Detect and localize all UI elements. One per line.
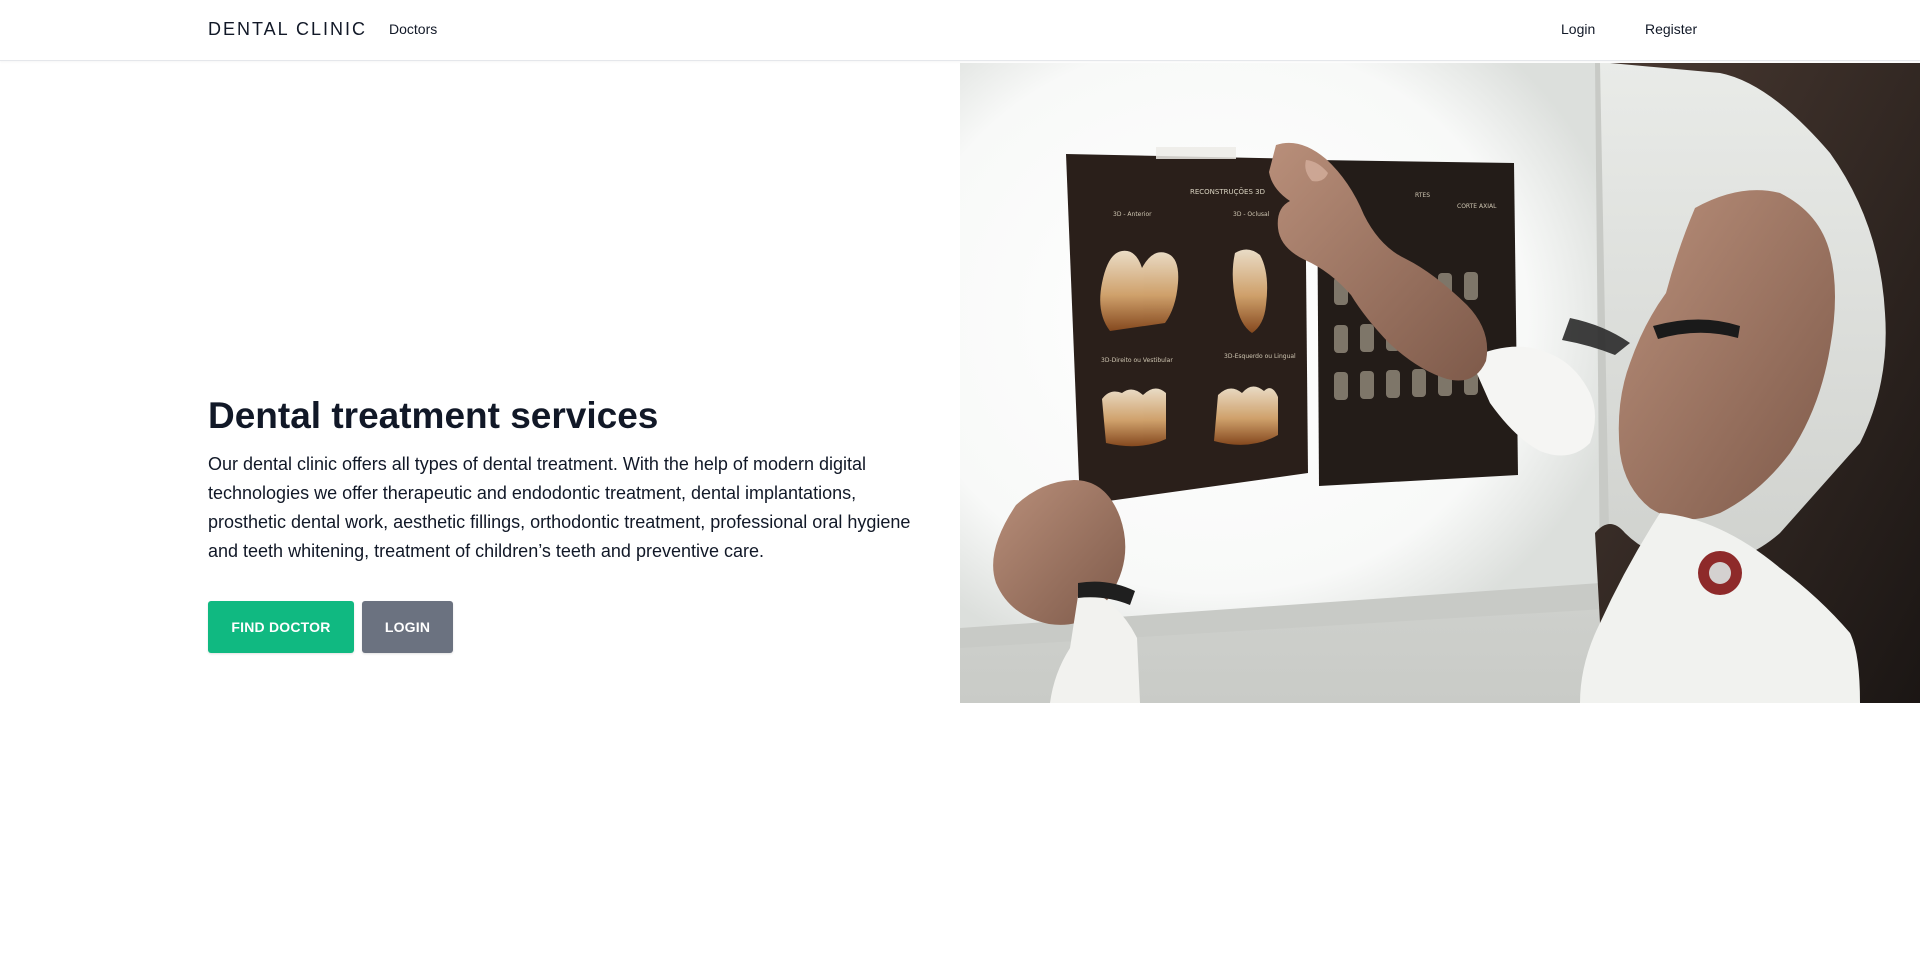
xray-sheet-left-label-4: 3D-Esquerdo ou Lingual [1224,353,1296,360]
hero-actions: FIND DOCTOR LOGIN [208,601,453,653]
navbar: DENTAL CLINIC Doctors Login Register [0,0,1920,61]
hero-title: Dental treatment services [208,395,659,436]
find-doctor-button[interactable]: FIND DOCTOR [208,601,354,653]
xray-sheet-left-title: RECONSTRUÇÕES 3D [1190,187,1265,196]
brand-logo[interactable]: DENTAL CLINIC [208,19,367,40]
nav-register-link[interactable]: Register [1645,21,1697,37]
login-button[interactable]: LOGIN [362,601,453,653]
hero-text: Dental treatment services Our dental cli… [208,392,938,566]
nav-login-link[interactable]: Login [1561,21,1595,37]
xray-sheet-left-label-2: 3D - Oclusal [1233,211,1270,218]
xray-sheet-left: RECONSTRUÇÕES 3D 3D - Anterior 3D - Oclu… [1066,147,1308,505]
xray-sheet-left-label-3: 3D-Direito ou Vestibular [1101,357,1173,364]
nav-link-doctors[interactable]: Doctors [389,21,437,37]
xray-sheet-left-label-1: 3D - Anterior [1113,211,1152,218]
xray-sheet-right-label-2: CORTE AXIAL [1457,203,1497,210]
hero-image: RECONSTRUÇÕES 3D 3D - Anterior 3D - Oclu… [960,63,1920,703]
xray-sheet-right-label-1: RTES [1415,192,1430,199]
hero-description: Our dental clinic offers all types of de… [208,454,911,561]
